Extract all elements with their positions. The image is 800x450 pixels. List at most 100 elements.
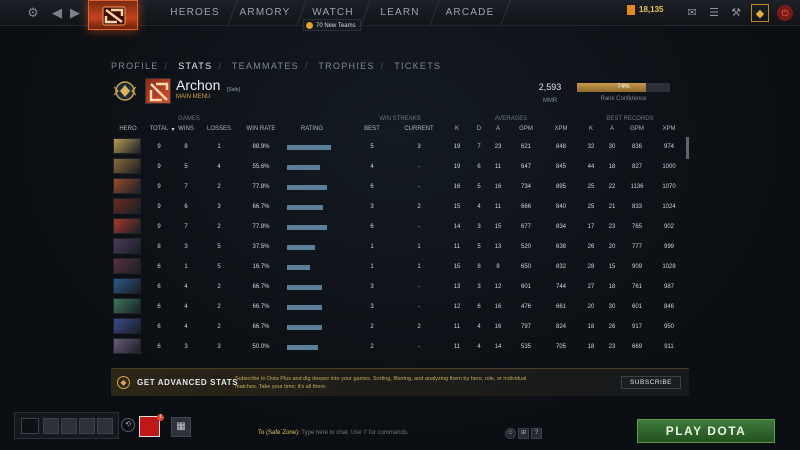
rank-medal-icon[interactable]	[111, 79, 139, 105]
player-avatar[interactable]	[145, 78, 171, 104]
power-icon[interactable]: ⏻	[777, 5, 793, 21]
cell-bgpm: 761	[631, 284, 642, 290]
group-best-records: BEST RECORDS	[606, 116, 654, 122]
help-icon[interactable]: ?	[531, 428, 542, 439]
hero-portrait[interactable]	[113, 198, 141, 214]
dota-logo-button[interactable]	[88, 0, 138, 30]
tab-teammates[interactable]: TEAMMATES	[232, 61, 299, 71]
tab-tickets[interactable]: TICKETS	[394, 61, 441, 71]
mmr-label: MMR	[542, 98, 558, 104]
mail-icon[interactable]: ✉	[683, 4, 701, 22]
teams-icon	[306, 22, 313, 29]
table-row[interactable]: 9 6 3 66.7% 3 2 15 4 11 666 840 25 21 833 1024	[111, 197, 681, 217]
settings-gear-icon[interactable]: ⚙	[24, 4, 42, 22]
hero-portrait[interactable]	[113, 318, 141, 334]
cell-xpm: 661	[555, 304, 566, 310]
col-best-gpm[interactable]: GPM	[625, 126, 649, 132]
cell-losses: 5	[217, 264, 221, 270]
nav-arcade[interactable]: ARCADE	[440, 0, 500, 26]
table-row[interactable]: 6 1 5 16.7% 1 1 15 8 8 650 832 28 15 909 1028	[111, 257, 681, 277]
table-row[interactable]: 6 3 3 50.0% 2 - 11 4 14 535 705 18 23 669 911	[111, 337, 681, 357]
party-slot-self[interactable]	[21, 418, 39, 434]
col-best-a[interactable]: A	[606, 126, 618, 132]
chat-settings-icon[interactable]: ⊞	[518, 428, 529, 439]
cell-total: 8	[157, 244, 161, 250]
dota-plus-icon[interactable]: ◆	[751, 4, 769, 22]
table-row[interactable]: 9 5 4 55.6% 4 - 19 6 11 647 845 44 18 827 1000	[111, 157, 681, 177]
table-row[interactable]: 8 3 5 37.5% 1 1 11 5 13 520 638 26 20 777 999	[111, 237, 681, 257]
party-slot-2[interactable]	[43, 418, 59, 434]
cell-a: 11	[494, 164, 502, 170]
nav-heroes[interactable]: HEROES	[165, 0, 225, 26]
col-wins[interactable]: WINS	[175, 126, 197, 132]
table-row[interactable]: 6 4 2 66.7% 2 2 11 4 16 797 824 18 26 917 950	[111, 317, 681, 337]
hero-portrait[interactable]	[113, 338, 141, 354]
col-win-rate[interactable]: WIN RATE	[241, 126, 281, 132]
cell-best: 5	[370, 144, 374, 150]
store-icon[interactable]: ☰	[705, 4, 723, 22]
voice-chat-icon[interactable]: ⟲	[121, 418, 135, 432]
cell-bk: 18	[587, 324, 595, 330]
tools-icon[interactable]: ⚒	[727, 4, 745, 22]
col-losses[interactable]: LOSSES	[203, 126, 235, 132]
hero-portrait[interactable]	[113, 238, 141, 254]
table-scrollbar[interactable]	[686, 137, 689, 159]
cell-wins: 3	[184, 244, 188, 250]
table-row[interactable]: 9 7 2 77.8% 6 - 14 3 15 677 834 17 23 765 902	[111, 217, 681, 237]
subscribe-button[interactable]: SUBSCRIBE	[621, 376, 681, 389]
rating-bar	[287, 205, 323, 210]
tab-profile[interactable]: PROFILE	[111, 61, 159, 71]
new-teams-badge[interactable]: 70 New Teams	[303, 19, 361, 31]
subnav-separator: /	[218, 61, 223, 71]
hero-portrait[interactable]	[113, 158, 141, 174]
col-avg-d[interactable]: D	[473, 126, 485, 132]
rating-bar	[287, 185, 327, 190]
hero-portrait[interactable]	[113, 298, 141, 314]
cell-best: 3	[370, 304, 374, 310]
cell-k: 12	[453, 304, 461, 310]
table-row[interactable]: 9 7 2 77.8% 6 - 16 5 16 734 895 25 22 1136 1070	[111, 177, 681, 197]
cell-win-rate: 16.7%	[252, 264, 270, 270]
shards-counter[interactable]: 18,135	[627, 5, 663, 15]
tab-stats[interactable]: STATS	[178, 61, 212, 71]
col-best-streak[interactable]: BEST	[360, 126, 384, 132]
forward-arrow-icon[interactable]: ▶	[66, 4, 84, 22]
hero-portrait[interactable]	[113, 278, 141, 294]
hero-portrait[interactable]	[113, 258, 141, 274]
col-hero[interactable]: HERO	[114, 126, 142, 132]
col-avg-gpm[interactable]: GPM	[514, 126, 538, 132]
table-row[interactable]: 6 4 2 66.7% 3 - 13 3 12 601 744 27 18 761 987	[111, 277, 681, 297]
table-row[interactable]: 9 8 1 88.9% 5 3 19 7 23 621 848 32 30 836 974	[111, 137, 681, 157]
friends-list-icon[interactable]: ▦	[171, 417, 191, 437]
col-avg-k[interactable]: K	[451, 126, 463, 132]
nav-armory[interactable]: ARMORY	[237, 0, 293, 26]
cell-k: 19	[453, 164, 461, 170]
col-avg-a[interactable]: A	[492, 126, 504, 132]
col-best-xpm[interactable]: XPM	[657, 126, 681, 132]
hero-portrait[interactable]	[113, 218, 141, 234]
col-current-streak[interactable]: CURRENT	[401, 126, 437, 132]
party-slot-4[interactable]	[79, 418, 95, 434]
chat-input[interactable]: To (Safe`Zone): Type here to chat. Use '…	[258, 430, 409, 436]
player-name[interactable]: Archon	[176, 77, 220, 93]
cell-bxpm: 987	[663, 284, 674, 290]
cell-current: -	[418, 224, 420, 230]
party-slot-5[interactable]	[97, 418, 113, 434]
cell-a: 14	[494, 344, 502, 350]
col-avg-xpm[interactable]: XPM	[549, 126, 573, 132]
hero-portrait[interactable]	[113, 138, 141, 154]
nav-learn[interactable]: LEARN	[372, 0, 428, 26]
cell-gpm: 734	[520, 184, 531, 190]
teams-badge-label: 70 New Teams	[316, 23, 356, 29]
cell-ba: 26	[608, 324, 616, 330]
col-rating[interactable]: RATING	[290, 126, 334, 132]
back-arrow-icon[interactable]: ◀	[48, 4, 66, 22]
play-dota-button[interactable]: PLAY DOTA	[637, 419, 775, 443]
party-slot-3[interactable]	[61, 418, 77, 434]
hero-portrait[interactable]	[113, 178, 141, 194]
cell-a: 13	[494, 244, 502, 250]
emoticon-icon[interactable]: ☺	[505, 428, 516, 439]
table-row[interactable]: 6 4 2 66.7% 3 - 12 6 16 476 661 20 30 601 846	[111, 297, 681, 317]
col-best-k[interactable]: K	[585, 126, 597, 132]
tab-trophies[interactable]: TROPHIES	[318, 61, 374, 71]
